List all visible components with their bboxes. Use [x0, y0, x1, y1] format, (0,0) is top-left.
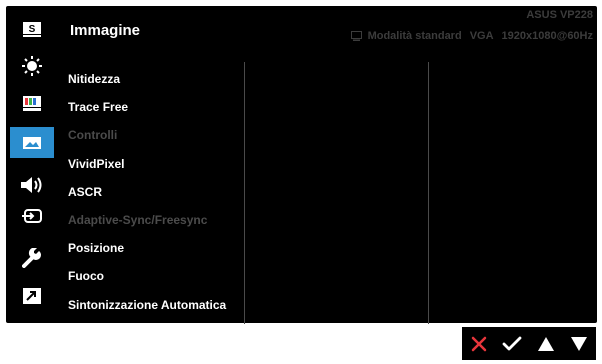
triangle-down-icon [571, 336, 588, 351]
sidebar: S [6, 6, 58, 323]
column-divider-2 [428, 62, 429, 324]
sidebar-item-splendid[interactable]: S [10, 14, 54, 45]
sidebar-item-brightness[interactable] [10, 50, 54, 81]
confirm-button[interactable] [497, 329, 527, 359]
sound-speaker-icon [21, 176, 42, 193]
menu-list: Nitidezza Trace Free Controlli VividPixe… [68, 65, 248, 319]
navigation-key-bar [462, 327, 596, 360]
splendid-s-icon: S [23, 22, 41, 37]
osd-menu-panel: S Immagine ASUS VP228 Modalità standard … [6, 6, 597, 324]
menu-item-sintonizzazione[interactable]: Sintonizzazione Automatica [68, 291, 248, 319]
check-icon [502, 336, 522, 350]
menu-content: Nitidezza Trace Free Controlli VividPixe… [58, 54, 597, 324]
sidebar-item-input[interactable] [10, 200, 54, 231]
color-bars-icon [23, 96, 41, 111]
mode-label: Modalità standard [367, 30, 462, 42]
model-label: ASUS VP228 [526, 9, 593, 21]
up-button[interactable] [531, 329, 561, 359]
input-select-icon [22, 208, 42, 223]
menu-item-controlli: Controlli [68, 128, 118, 143]
shortcut-arrow-icon [23, 287, 41, 304]
monitor-icon [350, 31, 362, 41]
sidebar-item-color[interactable] [10, 88, 54, 119]
menu-item-nitidezza[interactable]: Nitidezza [68, 65, 248, 93]
menu-item-adaptive-sync: Adaptive-Sync/Freesync [68, 212, 208, 227]
sidebar-item-shortcut[interactable] [10, 280, 54, 311]
menu-item-fuoco[interactable]: Fuoco [68, 262, 248, 290]
status-line: Modalità standard VGA 1920x1080@60Hz [350, 30, 593, 42]
sidebar-item-system-setup[interactable] [10, 242, 54, 273]
header: Immagine ASUS VP228 Modalità standard VG… [58, 6, 597, 54]
system-setup-wrench-icon [22, 247, 41, 268]
triangle-up-icon [537, 336, 554, 351]
resolution-label: 1920x1080@60Hz [501, 30, 593, 42]
brightness-sun-icon [22, 55, 42, 76]
page-title: Immagine [70, 22, 141, 39]
close-x-icon [471, 336, 486, 351]
image-picture-icon [23, 136, 41, 149]
menu-item-trace-free[interactable]: Trace Free [68, 93, 248, 121]
menu-item-vividpixel[interactable]: VividPixel [68, 150, 248, 178]
svg-text:S: S [29, 24, 36, 35]
down-button[interactable] [564, 329, 594, 359]
menu-item-posizione[interactable]: Posizione [68, 234, 248, 262]
sidebar-item-sound[interactable] [10, 169, 54, 200]
close-button[interactable] [464, 329, 494, 359]
sidebar-item-image[interactable] [10, 127, 54, 158]
menu-item-ascr[interactable]: ASCR [68, 178, 248, 206]
input-label: VGA [469, 30, 494, 42]
